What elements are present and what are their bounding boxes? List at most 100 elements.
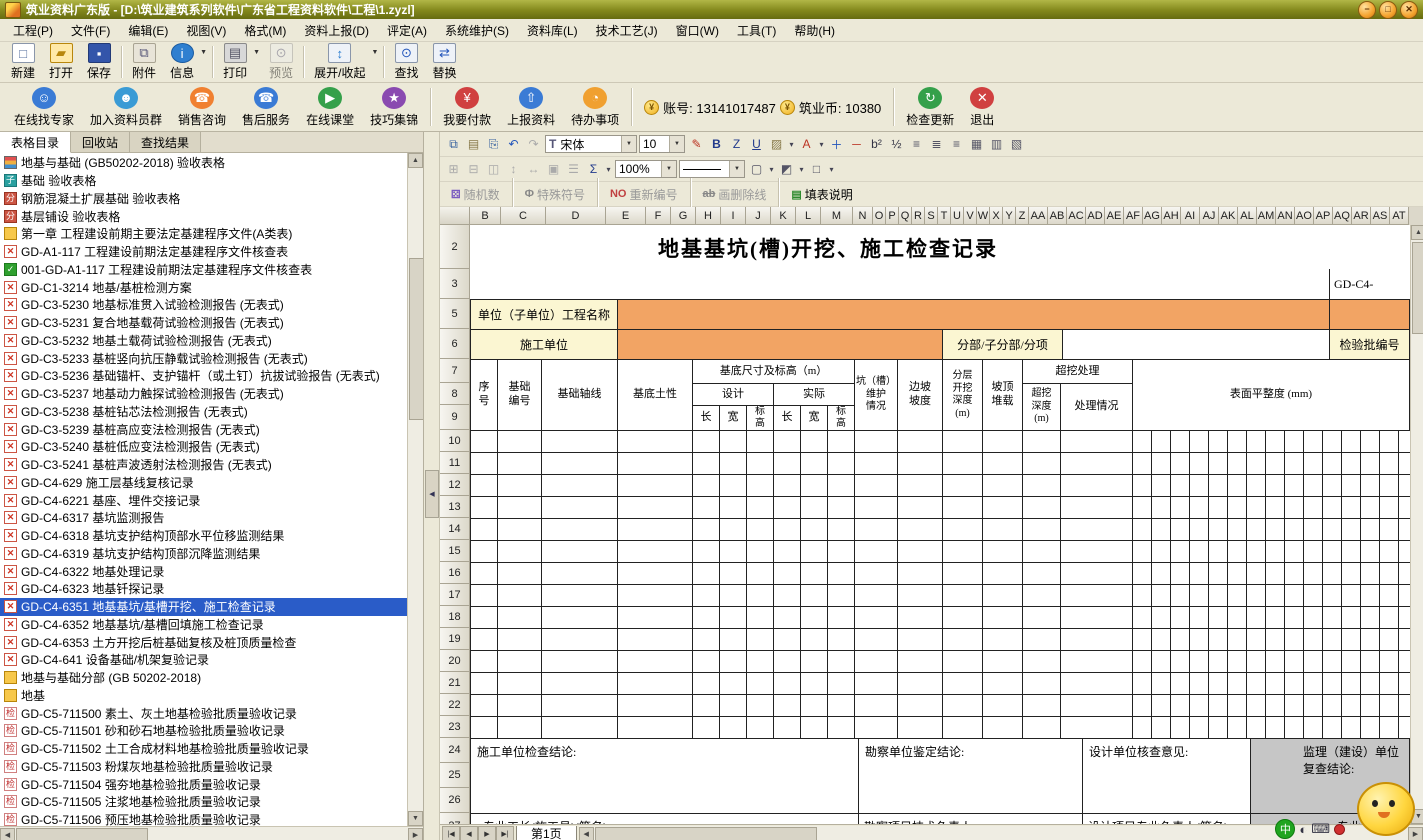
tree-item[interactable]: 检GD-C5-711502 土工合成材料地基检验批质量验收记录 [0,740,407,758]
grid-cell[interactable] [1227,694,1247,717]
field-unit-project-input[interactable] [617,299,1330,330]
grid-cell[interactable] [497,540,542,563]
header-layer-depth[interactable]: 分层 开挖 深度 (m) [942,359,983,431]
grid-cell[interactable] [1151,672,1171,695]
header-design-elev[interactable]: 标高 [746,405,774,431]
grid-cell[interactable] [1170,716,1190,739]
grid-cell[interactable] [541,540,618,563]
border-style-icon-dropdown[interactable]: ▾ [767,160,776,178]
grid-cell[interactable] [541,716,618,739]
header-treatment[interactable]: 处理情况 [1060,383,1133,431]
grid-cell[interactable] [800,430,828,453]
field-unit-project-input2[interactable] [1329,299,1410,330]
grid-cell[interactable] [1227,650,1247,673]
superscript-icon[interactable]: b² [867,135,886,153]
header-soil[interactable]: 基底土性 [617,359,693,431]
header-design-length[interactable]: 长 [692,405,720,431]
grid-cell[interactable] [692,606,720,629]
grid-cell[interactable] [1303,584,1323,607]
grid-cell[interactable] [942,584,983,607]
grid-cell[interactable] [1322,716,1342,739]
header-design[interactable]: 设计 [692,383,774,406]
grid-cell[interactable] [692,694,720,717]
tree-item[interactable]: ✓001-GD-A1-117 工程建设前期法定基建程序文件核查表 [0,261,407,279]
grid-cell[interactable] [1170,430,1190,453]
grid-cell[interactable] [1132,584,1152,607]
grid-cell[interactable] [1379,540,1399,563]
fraction-icon[interactable]: ½ [887,135,906,153]
column-header-W[interactable]: W [977,207,990,225]
cell-style-icon-dropdown[interactable]: ▾ [827,160,836,178]
grid-cell[interactable] [470,496,498,519]
column-header-AM[interactable]: AM [1257,207,1276,225]
grid-cell[interactable] [1265,694,1285,717]
grid-cell[interactable] [1132,606,1152,629]
grid-cell[interactable] [1379,650,1399,673]
grid-cell[interactable] [719,496,747,519]
grid-cell[interactable] [1170,628,1190,651]
grid-cell[interactable] [854,540,898,563]
expand-button[interactable]: ↕展开/收起▼ [307,42,380,82]
grid-cell[interactable] [1360,716,1380,739]
grid-cell[interactable] [1246,606,1266,629]
paste-icon[interactable]: ▤ [464,135,483,153]
row-header-23[interactable]: 23 [440,716,470,738]
row-header-12[interactable]: 12 [440,474,470,496]
grid-cell[interactable] [1208,584,1228,607]
tree-item[interactable]: ✕GD-C4-641 设备基础/机架复验记录 [0,651,407,669]
grid-cell[interactable] [1284,562,1304,585]
grid-cell[interactable] [497,584,542,607]
grid-cell[interactable] [1170,474,1190,497]
column-header-N[interactable]: N [853,207,873,225]
row-header-6[interactable]: 6 [440,329,470,359]
classroom-button[interactable]: ▶在线课堂 [298,86,362,129]
grid-cell[interactable] [1170,452,1190,475]
grid-cell[interactable] [1303,716,1323,739]
font-color-icon-dropdown[interactable]: ▾ [817,135,826,153]
grid-cell[interactable] [827,694,855,717]
grid-cell[interactable] [942,606,983,629]
menu-格式(M)[interactable]: 格式(M) [235,20,295,41]
field-construction-unit-label[interactable]: 施工单位 [470,329,618,360]
mascot[interactable] [1357,782,1417,838]
ime-tool-icon[interactable] [1334,824,1345,835]
menu-视图(V)[interactable]: 视图(V) [177,20,235,41]
grid-cell[interactable] [1151,562,1171,585]
merge-cells-icon[interactable]: ▦ [967,135,986,153]
grid-cell[interactable] [1322,606,1342,629]
grid-cell[interactable] [719,650,747,673]
grid-cell[interactable] [1132,562,1152,585]
grid-cell[interactable] [1322,672,1342,695]
grid-cell[interactable] [773,584,801,607]
grid-cell[interactable] [1379,606,1399,629]
grid-cell[interactable] [1284,474,1304,497]
grid-cell[interactable] [1208,452,1228,475]
dropdown-arrow-icon[interactable]: ▼ [372,49,379,56]
grid-cell[interactable] [1379,716,1399,739]
grid-cell[interactable] [719,584,747,607]
row-header-18[interactable]: 18 [440,606,470,628]
menu-系统维护(S)[interactable]: 系统维护(S) [436,20,518,41]
header-actual-length[interactable]: 长 [773,405,801,431]
field-batch-no-label[interactable]: 检验批编号 [1329,329,1410,360]
grid-cell[interactable] [746,584,774,607]
grid-cell[interactable] [617,716,693,739]
pay-button[interactable]: ¥我要付款 [435,86,499,129]
grid-cell[interactable] [746,430,774,453]
signature-foreman[interactable]: 专业工长(施工员)(签名): [470,813,859,824]
tree-item[interactable]: ✕GD-C1-3214 地基/基桩检测方案 [0,278,407,296]
column-header-Y[interactable]: Y [1003,207,1016,225]
tree-item[interactable]: 检GD-C5-711504 强夯地基检验批质量验收记录 [0,775,407,793]
column-header-S[interactable]: S [925,207,938,225]
grid-cell[interactable] [746,452,774,475]
tree-item[interactable]: 分钢筋混凝土扩展基础 验收表格 [0,190,407,208]
header-axis[interactable]: 基础轴线 [541,359,618,431]
grid-cell[interactable] [497,452,542,475]
signature-design[interactable]: 设计项目专业负责人(签名): [1082,813,1251,824]
grid-cell[interactable] [897,628,943,651]
todo-button[interactable]: ◔待办事项 [563,86,627,129]
grid-cell[interactable] [1151,716,1171,739]
grid-cell[interactable] [617,606,693,629]
grid-cell[interactable] [1208,518,1228,541]
grid-cell[interactable] [1265,584,1285,607]
